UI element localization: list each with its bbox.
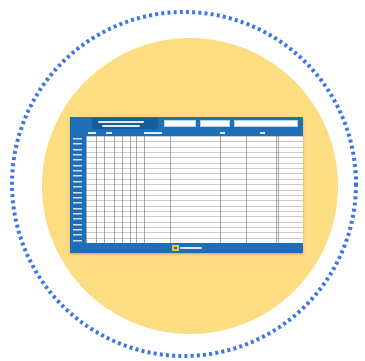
row-number-label: [73, 175, 82, 177]
row-number-label: [73, 213, 82, 215]
row-number-label: [73, 154, 82, 156]
row-number-label: [73, 143, 82, 145]
row-number-label: [73, 197, 82, 199]
sheet-header-field: [234, 120, 298, 127]
row-number-label: [73, 224, 82, 226]
row-number-label: [73, 208, 82, 210]
spreadsheet-thumbnail: [70, 117, 303, 253]
logo-text: [180, 247, 202, 249]
row-number-label: [73, 138, 82, 140]
sheet-footer: [70, 243, 303, 253]
sheet-header-field: [164, 120, 196, 127]
grid-lines: [73, 136, 303, 243]
illustration: [0, 0, 365, 361]
sheet-subtitle-line: [102, 125, 140, 127]
row-number-label: [73, 186, 82, 188]
row-number-label: [73, 170, 82, 172]
row-number-label: [73, 149, 82, 151]
row-number-label: [73, 159, 82, 161]
row-number-label: [73, 218, 82, 220]
sheet-header: [70, 117, 303, 130]
column-header-label: [106, 132, 112, 134]
column-header-label: [220, 132, 225, 134]
row-number-label: [73, 192, 82, 194]
row-number-label: [73, 240, 82, 242]
spreadsheet-grid: [70, 136, 303, 243]
column-header-label: [88, 132, 96, 134]
row-number-label: [73, 229, 82, 231]
row-number-label: [73, 165, 82, 167]
sheet-title-line: [98, 121, 144, 123]
sheet-header-field: [200, 120, 230, 127]
row-number-label: [73, 181, 82, 183]
column-header-label: [260, 132, 265, 134]
column-header-label: [144, 132, 162, 134]
logo-icon: [172, 245, 179, 251]
sheet-title-block: [92, 118, 158, 129]
row-number-label: [73, 202, 82, 204]
row-number-label: [73, 234, 82, 236]
